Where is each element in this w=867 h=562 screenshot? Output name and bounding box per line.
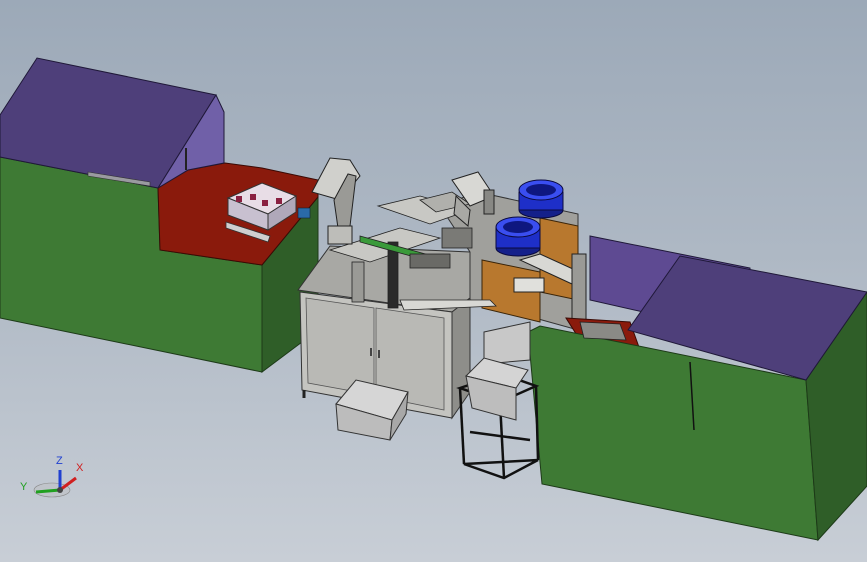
y-axis-label: Y — [20, 481, 28, 493]
y-axis-line — [35, 488, 61, 494]
axis-triad: Z Y X — [20, 455, 84, 498]
z-axis-label: Z — [56, 455, 63, 467]
assembly-model[interactable]: Z Y X — [0, 0, 867, 562]
left-enclosure[interactable] — [0, 57, 319, 373]
blue-sensor-block — [297, 207, 311, 219]
x-axis-label: X — [76, 462, 84, 474]
pick-column[interactable] — [311, 157, 361, 245]
cad-viewport[interactable]: Z Y X — [0, 0, 867, 562]
